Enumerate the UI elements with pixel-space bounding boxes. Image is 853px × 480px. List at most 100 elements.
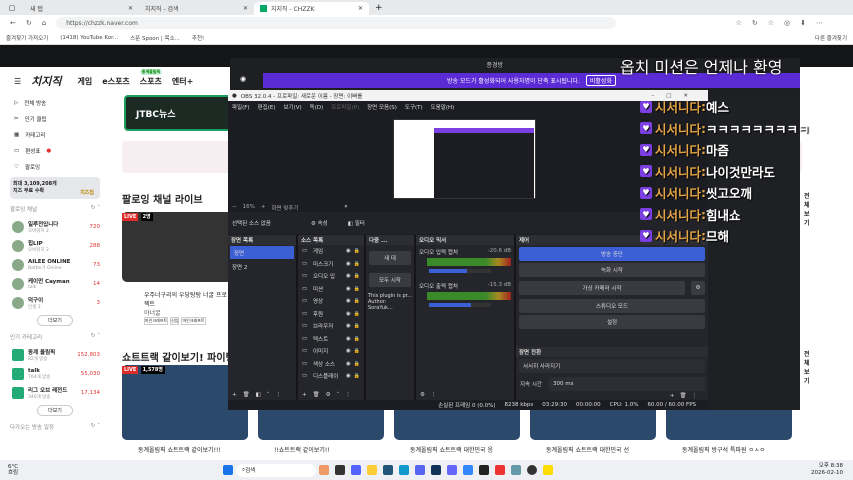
app-icon[interactable]	[479, 465, 489, 475]
video-title[interactable]: 동계올림픽 쇼트트랙 대한민국 선	[530, 445, 666, 454]
refresh-collapse-icon[interactable]: ↻ ˄	[91, 423, 100, 431]
volume-slider[interactable]	[429, 303, 491, 307]
lock-icon[interactable]: 🔒	[354, 373, 360, 379]
see-all-link[interactable]: 전체보기	[804, 349, 810, 385]
tab-chzzk[interactable]: 치지직 - CHZZK ✕	[254, 2, 369, 15]
tab-new[interactable]: 새 탭 ✕	[24, 2, 139, 15]
menu-item[interactable]: 독(D)	[310, 103, 324, 111]
lock-icon[interactable]: 🔒	[354, 311, 360, 317]
refresh-collapse-icon[interactable]: ↻ ˄	[91, 205, 100, 213]
eye-icon[interactable]: ◉	[346, 373, 351, 379]
steam-icon[interactable]	[431, 465, 441, 475]
browser-toolbar-icons[interactable]: ☆↻☆◎⬇⋯	[736, 19, 833, 27]
eye-icon[interactable]: ◉	[346, 298, 351, 304]
popular-category[interactable]: 리그 오브 레전드 340개 방송 17,134	[0, 383, 110, 402]
tab-actions-icon[interactable]: ▢	[0, 4, 24, 12]
eye-icon[interactable]: ◉	[346, 348, 351, 354]
menu-item[interactable]: 편집(E)	[258, 103, 276, 111]
following-channel[interactable]: 덕구이 인생 3 3	[0, 293, 110, 312]
transition-toolbar[interactable]: +🗑⋮	[516, 393, 708, 399]
stop-streaming-button[interactable]: 방송 중단	[519, 247, 705, 261]
weather-widget[interactable]: 6°C 흐림	[0, 464, 220, 476]
app-icon[interactable]	[319, 465, 329, 475]
scene-item[interactable]: 장면	[230, 246, 294, 259]
eye-icon[interactable]: ◉	[346, 361, 351, 367]
following-channel[interactable]: 일루전입니다 오버워치 2 720	[0, 217, 110, 236]
tag[interactable]: 신입	[170, 317, 180, 325]
source-item[interactable]: ▭ 텍스트 ◉ 🔒	[298, 333, 364, 346]
nav-entertainment[interactable]: 엔터+	[172, 76, 193, 87]
filters-button[interactable]: ◧ 필터	[348, 219, 365, 227]
lock-icon[interactable]: 🔒	[354, 336, 360, 342]
disable-button[interactable]: 비활성화	[585, 75, 616, 86]
eye-icon[interactable]: ◉	[346, 323, 351, 329]
tab-search[interactable]: 치지직 - 검색 ✕	[139, 2, 254, 15]
nav-esports[interactable]: e스포츠	[102, 76, 130, 87]
taskbar-search[interactable]: ⌕ 검색	[236, 463, 316, 477]
edge-icon[interactable]	[399, 465, 409, 475]
mixer-toolbar[interactable]: ⚙⋮	[420, 392, 442, 398]
more-button[interactable]: 더보기	[37, 405, 73, 416]
chzzk-logo[interactable]: 치지직	[31, 73, 61, 89]
zoom-out-button[interactable]: −	[232, 204, 237, 212]
refresh-icon[interactable]: ↻	[26, 19, 32, 27]
video-title[interactable]: !!쇼트트랙 같이보기!!	[258, 445, 394, 454]
settings-icon[interactable]	[511, 465, 521, 475]
following-channel[interactable]: AILEE ONLINE Battle가 Online 73	[0, 255, 110, 274]
source-item[interactable]: ▭ 영상 ◉ 🔒	[298, 295, 364, 308]
sidebar-item-category[interactable]: ▦ 카테고리	[0, 127, 110, 143]
source-item[interactable]: ▭ 후원 ◉ 🔒	[298, 308, 364, 321]
nav-game[interactable]: 게임	[78, 76, 93, 87]
chevron-down-icon[interactable]: ▾	[345, 204, 348, 212]
home-icon[interactable]: ⌂	[42, 19, 46, 27]
app-icon[interactable]	[383, 465, 393, 475]
transition-select[interactable]: 서서히 사라지기	[519, 359, 705, 373]
more-button[interactable]: 더보기	[37, 315, 73, 326]
discord-icon[interactable]	[415, 465, 425, 475]
bookmark[interactable]: 추천!	[192, 34, 204, 42]
lock-icon[interactable]: 🔒	[354, 361, 360, 367]
bookmark[interactable]: (1418) YouTube Kor...	[60, 35, 118, 41]
live-info[interactable]: 우주너구리의 우당탕탕 너굴 프로젝트 야너굴 마인크래프트 신입 마인크래프트	[122, 290, 232, 325]
eye-icon[interactable]: ◉	[346, 311, 351, 317]
following-channel[interactable]: 케이먼 Cayman talk 14	[0, 274, 110, 293]
nav-sports[interactable]: 스포츠 동계올림픽	[139, 68, 163, 87]
bookmark[interactable]: 스푼 Spoon | 목소...	[130, 34, 180, 42]
lock-icon[interactable]: 🔒	[354, 248, 360, 254]
popular-category[interactable]: 동계 올림픽 82개 방송 152,803	[0, 345, 110, 364]
other-bookmarks[interactable]: 다른 즐겨찾기	[815, 34, 847, 42]
sidebar-item-clips[interactable]: ✂ 인기 클립	[0, 111, 110, 127]
menu-item[interactable]: 프로파일(P)	[331, 103, 359, 111]
tag[interactable]: 마인크래프트	[144, 317, 169, 325]
file-explorer-icon[interactable]	[367, 465, 377, 475]
app-icon[interactable]	[495, 465, 505, 475]
gear-icon[interactable]: ⚙	[691, 281, 705, 295]
preview-canvas[interactable]	[393, 119, 536, 199]
eye-icon[interactable]: ◉	[346, 336, 351, 342]
scene-item[interactable]: 장면 2	[228, 260, 296, 273]
eye-icon[interactable]: ◉	[346, 273, 351, 279]
following-channel[interactable]: 힙LIP 오버워치 2 288	[0, 236, 110, 255]
start-icon[interactable]	[223, 465, 233, 475]
app-icon[interactable]	[463, 465, 473, 475]
lock-icon[interactable]: 🔒	[354, 273, 360, 279]
video-title[interactable]: 동계올림픽 쇼트트랙 대한민국 응	[394, 445, 530, 454]
lock-icon[interactable]: 🔒	[354, 261, 360, 267]
source-item[interactable]: ▭ 미션 ◉ 🔒	[298, 283, 364, 296]
source-item[interactable]: ▭ 이미지 ◉ 🔒	[298, 345, 364, 358]
new-tab-button[interactable]: +	[375, 3, 383, 13]
sidebar-item-schedule[interactable]: ▭ 편성표 ●	[0, 143, 110, 159]
app-icon[interactable]	[351, 465, 361, 475]
refresh-collapse-icon[interactable]: ↻ ˄	[91, 333, 100, 341]
url-input[interactable]: https://chzzk.naver.com	[56, 17, 617, 29]
video-title[interactable]: 동계올림픽 쇼트트랙 같이보기!!!	[122, 445, 258, 454]
source-item[interactable]: ▭ 미스크기 ◉ 🔒	[298, 258, 364, 271]
menu-icon[interactable]: ☰	[14, 77, 21, 86]
clock[interactable]: 오후 8:38 2026-02-10	[811, 463, 843, 477]
source-item[interactable]: ▭ 게임 ◉ 🔒	[298, 245, 364, 258]
start-recording-button[interactable]: 녹화 시작	[519, 263, 705, 277]
fit-select[interactable]: 화면 맞추기	[271, 204, 298, 212]
tag[interactable]: 마인크래프트	[181, 317, 206, 325]
menu-item[interactable]: 파일(F)	[232, 103, 250, 111]
app-icon[interactable]	[335, 465, 345, 475]
